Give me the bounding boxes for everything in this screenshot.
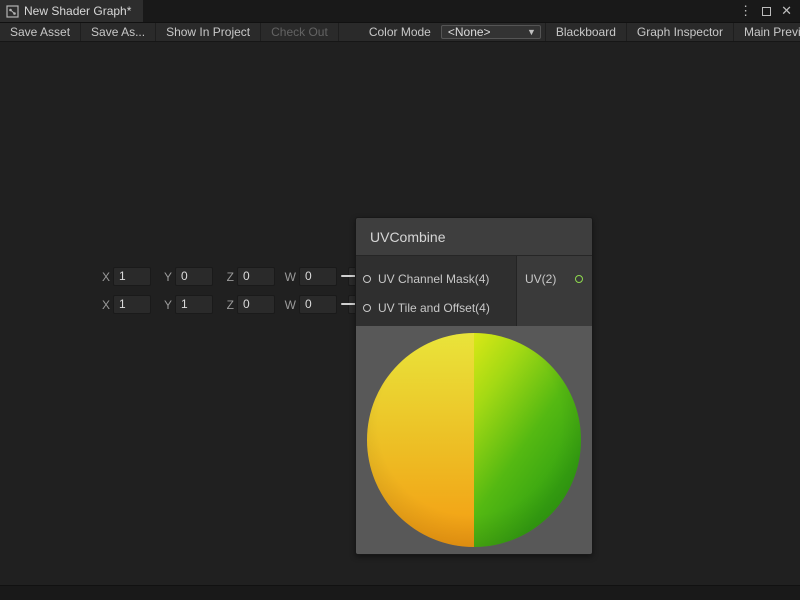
sphere-shading-overlay bbox=[367, 333, 581, 547]
node-inputs: UV Channel Mask(4) UV Tile and Offset(4) bbox=[356, 256, 516, 326]
tab-new-shader-graph[interactable]: New Shader Graph* bbox=[0, 0, 143, 22]
color-mode-value: <None> bbox=[448, 25, 491, 39]
vector-field-y-label: Y bbox=[160, 270, 172, 284]
vector-field-z-input[interactable]: 0 bbox=[237, 295, 275, 314]
vector-field-x-input[interactable]: 1 bbox=[113, 267, 151, 286]
maximize-box-icon bbox=[762, 7, 771, 16]
vector-field-x-label: X bbox=[98, 298, 110, 312]
window-controls: ⋮ ✕ bbox=[739, 0, 800, 22]
input-port-icon[interactable] bbox=[363, 304, 371, 312]
input-port-uv-channel-mask[interactable]: UV Channel Mask(4) bbox=[356, 264, 516, 293]
toolbar-right-group: Blackboard Graph Inspector Main Preview bbox=[545, 23, 800, 41]
vector-field-z-input[interactable]: 0 bbox=[237, 267, 275, 286]
shader-graph-toolbar: Save Asset Save As... Show In Project Ch… bbox=[0, 22, 800, 42]
vector-field-w-input[interactable]: 0 bbox=[299, 295, 337, 314]
uvcombine-node[interactable]: UVCombine UV Channel Mask(4) UV Tile and… bbox=[355, 217, 593, 555]
vector-field-w-label: W bbox=[284, 270, 296, 284]
input-port-uv-tile-offset[interactable]: UV Tile and Offset(4) bbox=[356, 293, 516, 322]
vector-field-z-label: Z bbox=[222, 270, 234, 284]
preview-sphere bbox=[367, 333, 581, 547]
chevron-down-icon: ▼ bbox=[519, 27, 536, 37]
input-port-label: UV Tile and Offset(4) bbox=[378, 301, 490, 315]
color-mode-label: Color Mode bbox=[339, 23, 437, 41]
color-mode-dropdown[interactable]: <None> ▼ bbox=[441, 25, 541, 39]
node-outputs: UV(2) bbox=[516, 256, 592, 326]
vector-field-w-input[interactable]: 0 bbox=[299, 267, 337, 286]
tab-title: New Shader Graph* bbox=[24, 4, 131, 18]
window-bottom-edge bbox=[0, 585, 800, 600]
vector-field-x-label: X bbox=[98, 270, 110, 284]
check-out-button: Check Out bbox=[261, 23, 339, 41]
save-as-button[interactable]: Save As... bbox=[81, 23, 156, 41]
output-port-uv[interactable]: UV(2) bbox=[517, 264, 592, 293]
vector-field-w-label: W bbox=[284, 298, 296, 312]
show-in-project-button[interactable]: Show In Project bbox=[156, 23, 261, 41]
blackboard-toggle-button[interactable]: Blackboard bbox=[545, 23, 626, 41]
input-port-label: UV Channel Mask(4) bbox=[378, 272, 489, 286]
graph-inspector-toggle-button[interactable]: Graph Inspector bbox=[626, 23, 733, 41]
maximize-icon[interactable] bbox=[762, 4, 771, 19]
save-asset-button[interactable]: Save Asset bbox=[0, 23, 81, 41]
node-port-area: UV Channel Mask(4) UV Tile and Offset(4)… bbox=[356, 256, 592, 326]
output-port-label: UV(2) bbox=[525, 272, 556, 286]
vector-field-x-input[interactable]: 1 bbox=[113, 295, 151, 314]
shader-graph-icon bbox=[6, 5, 19, 18]
output-port-icon[interactable] bbox=[575, 275, 583, 283]
input-port-icon[interactable] bbox=[363, 275, 371, 283]
vector4-node-1[interactable]: X 1 Y 0 Z 0 W 0 bbox=[98, 267, 370, 286]
main-preview-toggle-button[interactable]: Main Preview bbox=[733, 23, 800, 41]
node-preview bbox=[356, 326, 592, 554]
node-title: UVCombine bbox=[356, 218, 592, 256]
vector4-node-2[interactable]: X 1 Y 1 Z 0 W 0 bbox=[98, 295, 370, 314]
vector-field-z-label: Z bbox=[222, 298, 234, 312]
vector-field-y-input[interactable]: 1 bbox=[175, 295, 213, 314]
tab-bar: New Shader Graph* ⋮ ✕ bbox=[0, 0, 800, 22]
close-icon[interactable]: ✕ bbox=[781, 3, 792, 19]
vector-field-y-label: Y bbox=[160, 298, 172, 312]
graph-canvas[interactable]: X 1 Y 0 Z 0 W 0 X 1 Y 1 Z 0 W 0 UVCombin… bbox=[0, 42, 800, 585]
vector-field-y-input[interactable]: 0 bbox=[175, 267, 213, 286]
kebab-menu-icon[interactable]: ⋮ bbox=[739, 3, 752, 19]
